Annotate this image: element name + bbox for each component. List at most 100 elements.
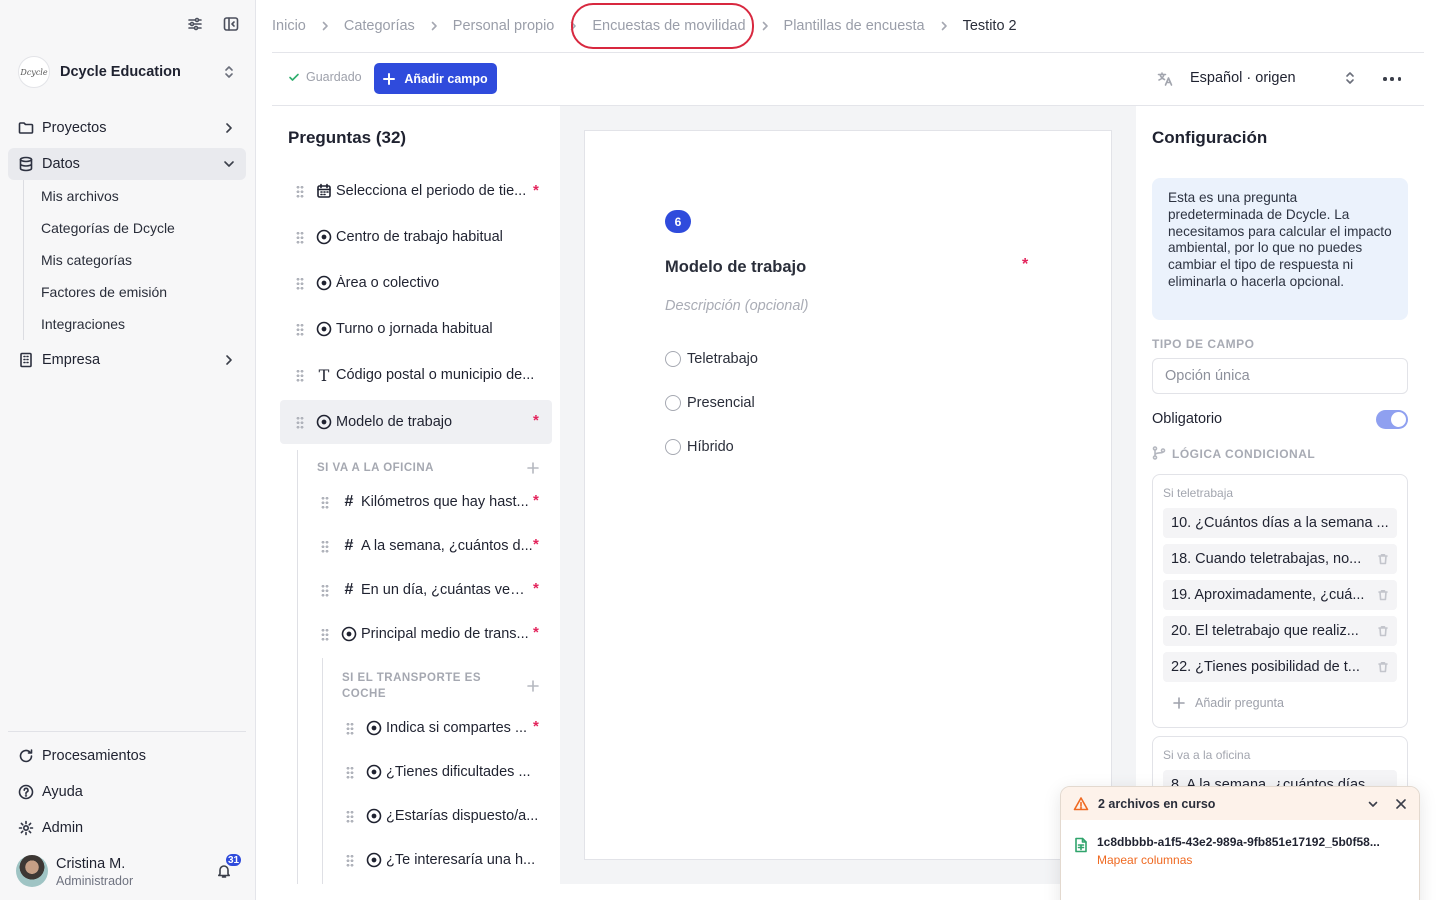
add-question-button[interactable]: Añadir pregunta (1173, 696, 1284, 710)
org-switcher[interactable]: Dcycle Dcycle Education (18, 56, 244, 88)
nav-datos[interactable]: Datos (8, 148, 246, 180)
drag-handle-icon[interactable] (346, 809, 354, 823)
warning-icon (1073, 796, 1089, 812)
option-item[interactable]: Presencial (665, 393, 755, 413)
group-title-office: SI VA A LA OFICINA (317, 462, 434, 474)
org-name: Dcycle Education (60, 64, 181, 80)
question-item[interactable]: # En un día, ¿cuántas vec... (305, 568, 552, 612)
subnav-mis-categorias[interactable]: Mis categorías (41, 252, 132, 268)
question-item[interactable]: Turno o jornada habitual (280, 307, 552, 351)
nav-procesamientos[interactable]: Procesamientos (8, 740, 246, 772)
logic-card-title: Si va a la oficina (1163, 748, 1251, 762)
question-item-selected[interactable]: Modelo de trabajo (280, 400, 552, 444)
question-item[interactable]: T Código postal o municipio de... (280, 353, 552, 397)
radio-icon (366, 852, 382, 868)
radio-button[interactable] (665, 395, 681, 411)
required-toggle[interactable] (1376, 410, 1408, 429)
more-options-icon[interactable] (1383, 71, 1401, 87)
sliders-icon[interactable] (187, 16, 203, 32)
drag-handle-icon[interactable] (321, 539, 329, 553)
trash-icon[interactable] (1377, 661, 1389, 673)
drag-handle-icon[interactable] (296, 415, 304, 429)
question-item[interactable]: Indica si compartes ... (330, 706, 552, 750)
drag-handle-icon[interactable] (346, 853, 354, 867)
question-label: Área o colectivo (336, 275, 440, 291)
breadcrumb-plantillas-encuesta[interactable]: Plantillas de encuesta (784, 18, 925, 34)
question-item[interactable]: Selecciona el periodo de tie... (280, 169, 552, 213)
drag-handle-icon[interactable] (346, 721, 354, 735)
option-label: Teletrabajo (687, 351, 758, 367)
question-label: Centro de trabajo habitual (336, 229, 503, 245)
question-label: Selecciona el periodo de tie... (336, 183, 527, 199)
nav-admin[interactable]: Admin (8, 812, 246, 844)
breadcrumb-current: Testito 2 (962, 18, 1017, 34)
subnav-mis-archivos[interactable]: Mis archivos (41, 188, 119, 204)
drag-handle-icon[interactable] (321, 627, 329, 641)
question-item[interactable]: Área o colectivo (280, 261, 552, 305)
logic-item-label: 19. Aproximadamente, ¿cuá... (1171, 587, 1365, 603)
question-title[interactable]: Modelo de trabajo (665, 258, 806, 277)
question-item[interactable]: # Kilómetros que hay hast... (305, 480, 552, 524)
question-item[interactable]: ¿Te interesaría una h... (330, 838, 552, 882)
question-label: En un día, ¿cuántas vec... (361, 582, 529, 598)
drag-handle-icon[interactable] (296, 368, 304, 382)
add-field-button[interactable]: Añadir campo (374, 63, 497, 94)
drag-handle-icon[interactable] (346, 765, 354, 779)
breadcrumb-personal-propio[interactable]: Personal propio (453, 18, 555, 34)
option-item[interactable]: Híbrido (665, 437, 734, 457)
trash-icon[interactable] (1377, 589, 1389, 601)
drag-handle-icon[interactable] (296, 322, 304, 336)
trash-icon[interactable] (1377, 625, 1389, 637)
question-item[interactable]: # A la semana, ¿cuántos d... (305, 524, 552, 568)
nav-label: Procesamientos (42, 748, 146, 764)
file-name: 1c8dbbbb-a1f5-43e2-989a-9fb851e17192_5b0… (1097, 835, 1380, 849)
logic-item[interactable]: 19. Aproximadamente, ¿cuá... (1163, 580, 1397, 610)
description-input[interactable]: Descripción (opcional) (665, 298, 808, 314)
field-type-select[interactable]: Opción única (1152, 358, 1408, 394)
required-marker: * (533, 412, 539, 429)
nav-ayuda[interactable]: Ayuda (8, 776, 246, 808)
radio-button[interactable] (665, 439, 681, 455)
logic-item[interactable]: 22. ¿Tienes posibilidad de t... (1163, 652, 1397, 682)
subnav-factores-emision[interactable]: Factores de emisión (41, 284, 167, 300)
breadcrumb-inicio[interactable]: Inicio (272, 18, 306, 34)
collapse-sidebar-icon[interactable] (223, 16, 239, 32)
gear-icon (18, 820, 34, 836)
radio-button[interactable] (665, 351, 681, 367)
language-select[interactable]: Español · origen (1190, 70, 1296, 86)
question-item[interactable]: Principal medio de trans... (305, 612, 552, 656)
breadcrumb-categorias[interactable]: Categorías (344, 18, 415, 34)
drag-handle-icon[interactable] (296, 276, 304, 290)
question-label: ¿Te interesaría una h... (386, 852, 536, 868)
close-icon[interactable] (1395, 798, 1407, 810)
subnav-categorias-dcycle[interactable]: Categorías de Dcycle (41, 220, 175, 236)
group-line (297, 450, 298, 884)
logic-card-remote: Si teletrabaja 10. ¿Cuántos días a la se… (1152, 474, 1408, 728)
drag-handle-icon[interactable] (321, 495, 329, 509)
nav-empresa[interactable]: Empresa (8, 344, 246, 376)
logic-item[interactable]: 18. Cuando teletrabajas, no... (1163, 544, 1397, 574)
plus-icon[interactable] (527, 680, 539, 692)
map-columns-link[interactable]: Mapear columnas (1097, 853, 1192, 867)
trash-icon[interactable] (1377, 553, 1389, 565)
option-item[interactable]: Teletrabajo (665, 349, 758, 369)
drag-handle-icon[interactable] (321, 583, 329, 597)
question-item[interactable]: Centro de trabajo habitual (280, 215, 552, 259)
plus-icon[interactable] (527, 462, 539, 474)
user-name: Cristina M. (56, 856, 126, 872)
question-item[interactable]: ¿Tienes dificultades ... (330, 750, 552, 794)
refresh-icon (18, 748, 34, 764)
logic-item[interactable]: 10. ¿Cuántos días a la semana ... (1163, 508, 1397, 538)
question-item[interactable]: ¿Estarías dispuesto/a... (330, 794, 552, 838)
chevron-down-icon[interactable] (1367, 798, 1379, 810)
drag-handle-icon[interactable] (296, 230, 304, 244)
logic-item[interactable]: 20. El teletrabajo que realiz... (1163, 616, 1397, 646)
logic-item-label: 18. Cuando teletrabajas, no... (1171, 551, 1362, 567)
user-menu[interactable]: Cristina M. Administrador 31 (16, 852, 246, 889)
nav-proyectos[interactable]: Proyectos (8, 112, 246, 144)
subnav-integraciones[interactable]: Integraciones (41, 316, 125, 332)
chevron-up-down-icon[interactable] (1343, 71, 1357, 85)
drag-handle-icon[interactable] (296, 184, 304, 198)
branch-icon (1152, 446, 1166, 460)
translate-icon (1157, 71, 1173, 87)
